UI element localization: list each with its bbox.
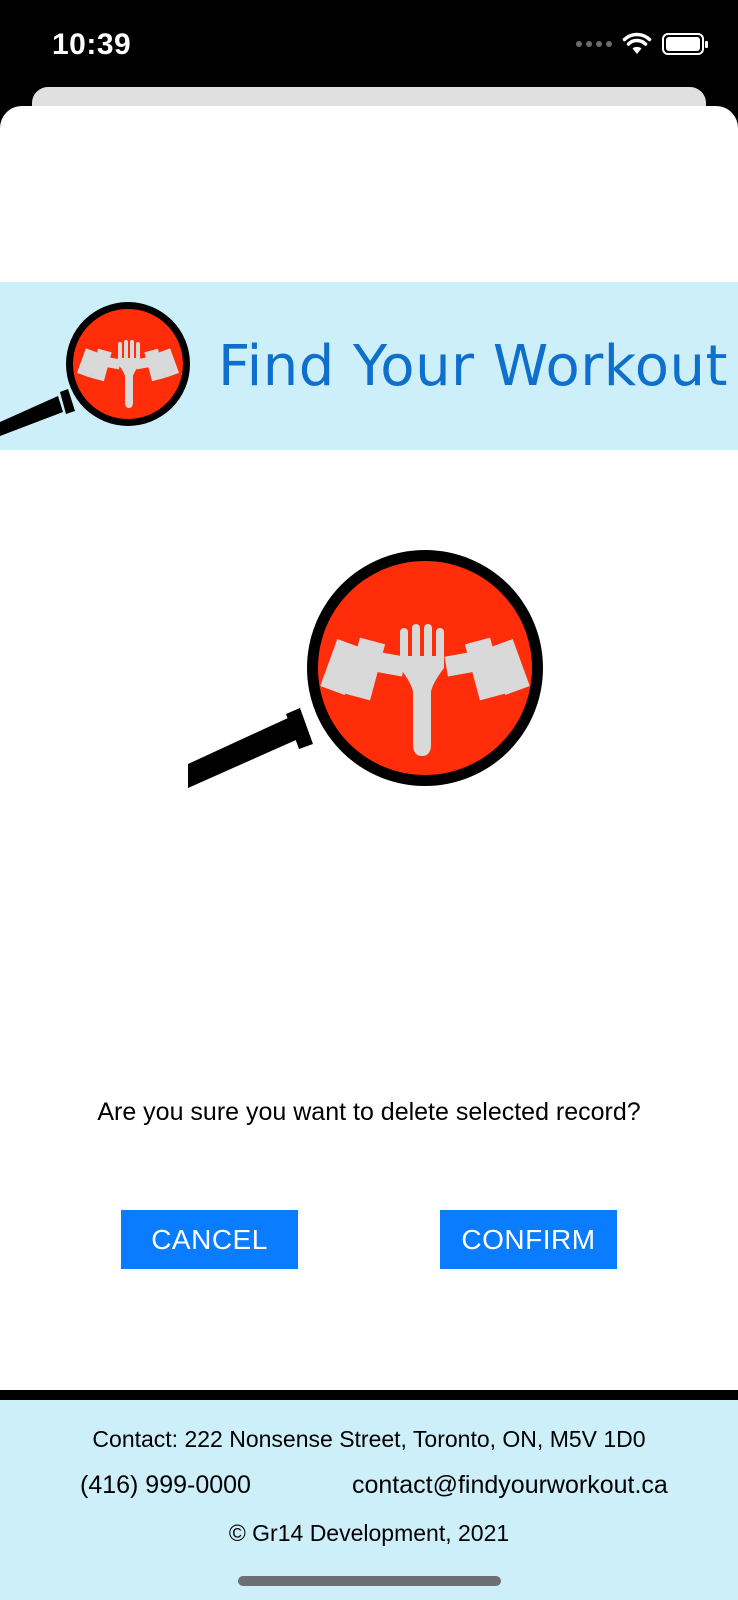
footer: Contact: 222 Nonsense Street, Toronto, O… — [0, 1400, 738, 1600]
magnifier-dumbbell-fork-icon — [188, 550, 543, 788]
modal-sheet: Find Your Workout Are you sure you want … — [0, 106, 738, 1390]
status-bar: 10:39 — [0, 0, 738, 90]
magnifier-dumbbell-fork-icon — [0, 302, 190, 436]
cellular-signal-icon — [576, 41, 612, 47]
wifi-icon — [622, 32, 652, 54]
footer-copyright: © Gr14 Development, 2021 — [228, 1520, 510, 1546]
footer-email[interactable]: contact@findyourworkout.ca — [352, 1471, 668, 1500]
home-indicator[interactable] — [238, 1576, 501, 1586]
app-title: Find Your Workout — [218, 334, 728, 399]
confirm-button[interactable]: CONFIRM — [440, 1210, 617, 1269]
footer-address: Contact: 222 Nonsense Street, Toronto, O… — [92, 1426, 646, 1452]
battery-icon — [662, 33, 708, 55]
footer-phone[interactable]: (416) 999-0000 — [80, 1471, 251, 1500]
header-banner: Find Your Workout — [0, 282, 738, 450]
confirmation-question: Are you sure you want to delete selected… — [97, 1098, 641, 1126]
cancel-button[interactable]: CANCEL — [121, 1210, 298, 1269]
status-time: 10:39 — [52, 28, 132, 61]
status-icons — [576, 32, 710, 56]
